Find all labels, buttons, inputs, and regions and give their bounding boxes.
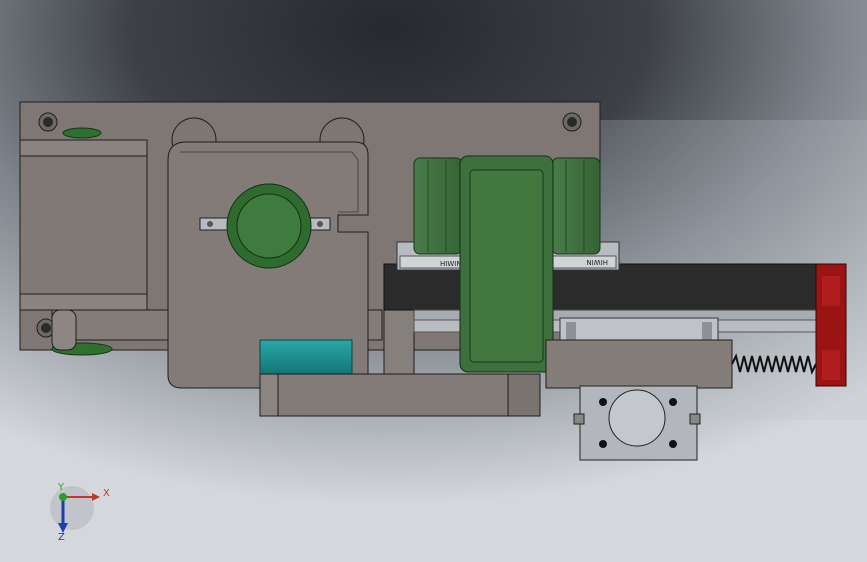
support-post[interactable] [383,299,415,379]
teal-block[interactable] [259,339,353,377]
cylinder-end-block[interactable] [573,385,701,461]
model-viewport[interactable]: HIWIN HIWIN X Y Z [0,0,867,562]
rail-label-right: HIWIN [586,258,608,266]
bottom-bar[interactable] [259,373,541,417]
x-axis-label: X [103,488,110,499]
green-motor-left[interactable] [413,157,463,255]
y-axis-dot [59,493,67,501]
green-carriage[interactable] [459,155,554,373]
y-axis-label: Y [58,482,65,493]
viewport-canvas[interactable]: HIWIN HIWIN [0,0,867,562]
green-shaft-inner [236,193,302,259]
red-end-stop[interactable] [815,263,847,387]
slider-block[interactable] [545,317,733,389]
green-motor-right[interactable] [551,157,601,255]
z-axis-label: Z [58,532,65,543]
green-cap-top [62,127,102,139]
rail-label-left: HIWIN [440,260,462,268]
